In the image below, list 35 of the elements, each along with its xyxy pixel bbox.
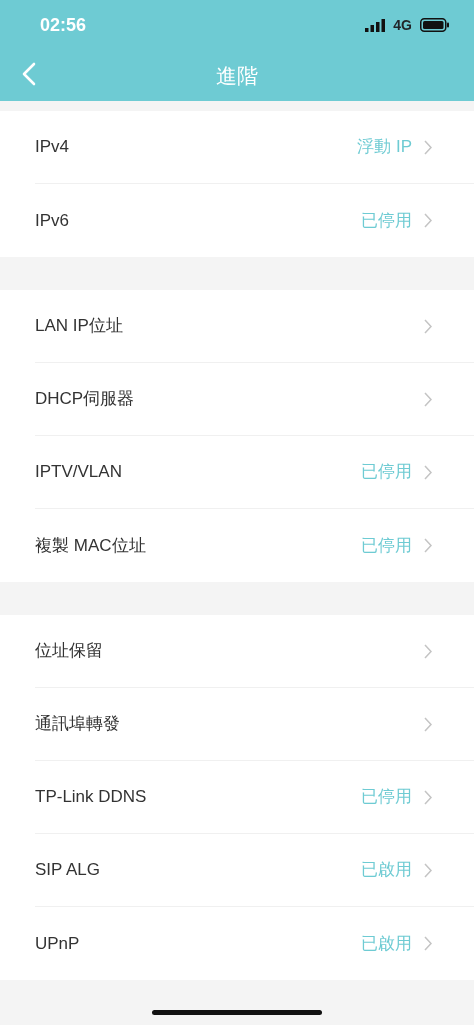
chevron-icon[interactable]: [424, 643, 432, 659]
setting-value: 已停用: [361, 461, 412, 484]
signal-icon: [365, 18, 386, 32]
setting-label[interactable]: TP-Link DDNS: [35, 784, 361, 810]
setting-label[interactable]: 複製 MAC位址: [35, 532, 361, 559]
network-label: 4G: [393, 15, 412, 35]
chevron-icon[interactable]: [424, 538, 432, 553]
chevron-icon[interactable]: [424, 213, 432, 228]
setting-label[interactable]: LAN IP位址: [35, 313, 424, 339]
chevron-icon[interactable]: [424, 139, 432, 155]
chevron-icon[interactable]: [424, 318, 432, 334]
setting-value: 已啟用: [361, 932, 412, 955]
back-icon[interactable]: [22, 62, 36, 86]
setting-label[interactable]: IPv4: [35, 134, 358, 160]
chevron-icon[interactable]: [424, 789, 432, 805]
battery-icon: [420, 18, 450, 32]
setting-label[interactable]: IPv6: [35, 207, 361, 234]
setting-label[interactable]: UPnP: [35, 930, 361, 957]
chevron-icon[interactable]: [424, 464, 432, 480]
chevron-icon[interactable]: [424, 716, 432, 732]
setting-label[interactable]: DHCP伺服器: [35, 386, 424, 412]
chevron-icon[interactable]: [424, 862, 432, 878]
setting-value: 已停用: [361, 209, 412, 232]
chevron-icon[interactable]: [424, 391, 432, 407]
page-title: 進階: [216, 62, 258, 89]
setting-label[interactable]: IPTV/VLAN: [35, 459, 361, 485]
setting-value: 已停用: [361, 534, 412, 557]
setting-label[interactable]: 通訊埠轉發: [35, 711, 424, 737]
setting-value: 浮動 IP: [357, 136, 412, 159]
status-time: 02:56: [40, 13, 87, 37]
setting-label[interactable]: 位址保留: [35, 638, 424, 664]
setting-value: 已停用: [361, 786, 412, 809]
chevron-icon[interactable]: [424, 936, 432, 951]
setting-value: 已啟用: [361, 859, 412, 882]
setting-label[interactable]: SIP ALG: [35, 857, 361, 883]
